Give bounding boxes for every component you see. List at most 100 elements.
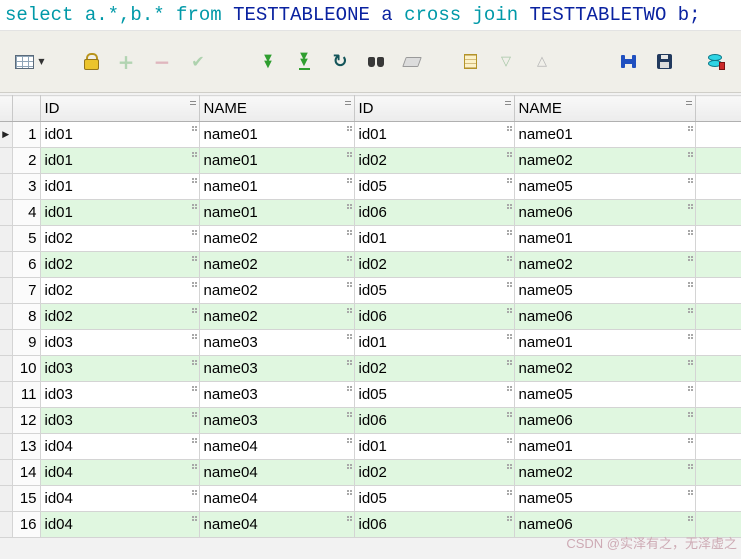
row-number[interactable]: 1 bbox=[12, 122, 40, 148]
table-cell[interactable]: id05 bbox=[354, 382, 514, 408]
save-button[interactable] bbox=[648, 41, 680, 83]
table-cell[interactable]: name01 bbox=[199, 122, 354, 148]
table-cell[interactable]: name02 bbox=[514, 356, 695, 382]
column-header[interactable]: ID bbox=[354, 96, 514, 122]
table-cell[interactable]: id01 bbox=[354, 330, 514, 356]
column-resize-mark[interactable] bbox=[345, 101, 351, 102]
table-cell[interactable]: name01 bbox=[514, 122, 695, 148]
table-cell[interactable]: id02 bbox=[354, 148, 514, 174]
fetch-next-page-button[interactable]: ▼▼ bbox=[252, 41, 284, 83]
table-cell[interactable]: name01 bbox=[199, 148, 354, 174]
table-cell[interactable]: id02 bbox=[40, 226, 199, 252]
table-cell[interactable]: id04 bbox=[40, 486, 199, 512]
row-number[interactable]: 7 bbox=[12, 278, 40, 304]
column-resize-mark[interactable] bbox=[505, 101, 511, 102]
report-button[interactable] bbox=[736, 41, 741, 83]
table-cell[interactable]: id02 bbox=[354, 356, 514, 382]
row-number[interactable]: 11 bbox=[12, 382, 40, 408]
table-cell[interactable]: name02 bbox=[199, 252, 354, 278]
refresh-button[interactable]: ↻ bbox=[324, 41, 356, 83]
column-resize-mark[interactable] bbox=[686, 101, 692, 102]
row-number[interactable]: 16 bbox=[12, 512, 40, 538]
column-header[interactable]: ID bbox=[40, 96, 199, 122]
table-cell[interactable]: id01 bbox=[40, 200, 199, 226]
table-cell[interactable]: id05 bbox=[354, 486, 514, 512]
fetch-all-button[interactable]: ▼▼ bbox=[288, 41, 320, 83]
row-number[interactable]: 12 bbox=[12, 408, 40, 434]
table-cell[interactable]: id06 bbox=[354, 512, 514, 538]
table-cell[interactable]: id04 bbox=[40, 512, 199, 538]
row-number[interactable]: 10 bbox=[12, 356, 40, 382]
table-cell[interactable]: id02 bbox=[354, 252, 514, 278]
table-cell[interactable]: id02 bbox=[40, 278, 199, 304]
table-cell[interactable]: name04 bbox=[199, 460, 354, 486]
row-number[interactable]: 3 bbox=[12, 174, 40, 200]
row-number-header[interactable] bbox=[12, 96, 40, 122]
table-cell[interactable]: name01 bbox=[514, 434, 695, 460]
table-cell[interactable]: id03 bbox=[40, 408, 199, 434]
grid-mode-button[interactable]: ▼ bbox=[8, 41, 52, 83]
table-cell[interactable]: id01 bbox=[40, 122, 199, 148]
table-cell[interactable]: id02 bbox=[40, 252, 199, 278]
table-cell[interactable]: name01 bbox=[514, 226, 695, 252]
row-number[interactable]: 8 bbox=[12, 304, 40, 330]
table-cell[interactable]: name02 bbox=[199, 278, 354, 304]
link-button[interactable] bbox=[612, 41, 644, 83]
table-cell[interactable]: id05 bbox=[354, 174, 514, 200]
table-cell[interactable]: id02 bbox=[40, 304, 199, 330]
table-cell[interactable]: id03 bbox=[40, 356, 199, 382]
row-number[interactable]: 6 bbox=[12, 252, 40, 278]
table-cell[interactable]: name03 bbox=[199, 382, 354, 408]
column-header[interactable]: NAME bbox=[514, 96, 695, 122]
table-cell[interactable]: id03 bbox=[40, 330, 199, 356]
table-cell[interactable]: id01 bbox=[354, 122, 514, 148]
table-cell[interactable]: id01 bbox=[354, 434, 514, 460]
table-cell[interactable]: name04 bbox=[199, 434, 354, 460]
find-button[interactable] bbox=[360, 41, 392, 83]
column-resize-mark[interactable] bbox=[190, 101, 196, 102]
table-cell[interactable]: id01 bbox=[40, 174, 199, 200]
table-cell[interactable]: name06 bbox=[514, 304, 695, 330]
row-number[interactable]: 14 bbox=[12, 460, 40, 486]
table-cell[interactable]: name02 bbox=[514, 148, 695, 174]
table-cell[interactable]: name03 bbox=[199, 408, 354, 434]
table-cell[interactable]: name04 bbox=[199, 486, 354, 512]
table-cell[interactable]: name05 bbox=[514, 382, 695, 408]
table-cell[interactable]: id06 bbox=[354, 408, 514, 434]
table-cell[interactable]: id06 bbox=[354, 304, 514, 330]
export-button[interactable] bbox=[454, 41, 486, 83]
table-cell[interactable]: name05 bbox=[514, 174, 695, 200]
table-cell[interactable]: name05 bbox=[514, 278, 695, 304]
table-cell[interactable]: name02 bbox=[199, 226, 354, 252]
table-cell[interactable]: name03 bbox=[199, 330, 354, 356]
table-cell[interactable]: name02 bbox=[514, 460, 695, 486]
lock-button[interactable] bbox=[74, 41, 106, 83]
database-button[interactable] bbox=[700, 41, 732, 83]
column-header[interactable]: NAME bbox=[199, 96, 354, 122]
table-cell[interactable]: id04 bbox=[40, 434, 199, 460]
table-cell[interactable]: id02 bbox=[354, 460, 514, 486]
table-cell[interactable]: name06 bbox=[514, 408, 695, 434]
table-cell[interactable]: name06 bbox=[514, 200, 695, 226]
row-number[interactable]: 4 bbox=[12, 200, 40, 226]
table-cell[interactable]: name01 bbox=[514, 330, 695, 356]
table-cell[interactable]: id03 bbox=[40, 382, 199, 408]
table-cell[interactable]: id04 bbox=[40, 460, 199, 486]
table-cell[interactable]: id06 bbox=[354, 200, 514, 226]
row-number[interactable]: 5 bbox=[12, 226, 40, 252]
table-cell[interactable]: id05 bbox=[354, 278, 514, 304]
sql-editor[interactable]: select a.*,b.* from TESTTABLEONE a cross… bbox=[0, 0, 741, 31]
table-cell[interactable]: name01 bbox=[199, 174, 354, 200]
table-cell[interactable]: name05 bbox=[514, 486, 695, 512]
row-number[interactable]: 2 bbox=[12, 148, 40, 174]
table-cell[interactable]: id01 bbox=[40, 148, 199, 174]
table-cell[interactable]: name03 bbox=[199, 356, 354, 382]
table-cell[interactable]: id01 bbox=[354, 226, 514, 252]
table-cell[interactable]: name02 bbox=[514, 252, 695, 278]
table-cell[interactable]: name02 bbox=[199, 304, 354, 330]
row-number[interactable]: 15 bbox=[12, 486, 40, 512]
table-cell[interactable]: name04 bbox=[199, 512, 354, 538]
row-number[interactable]: 13 bbox=[12, 434, 40, 460]
row-number[interactable]: 9 bbox=[12, 330, 40, 356]
table-cell[interactable]: name01 bbox=[199, 200, 354, 226]
